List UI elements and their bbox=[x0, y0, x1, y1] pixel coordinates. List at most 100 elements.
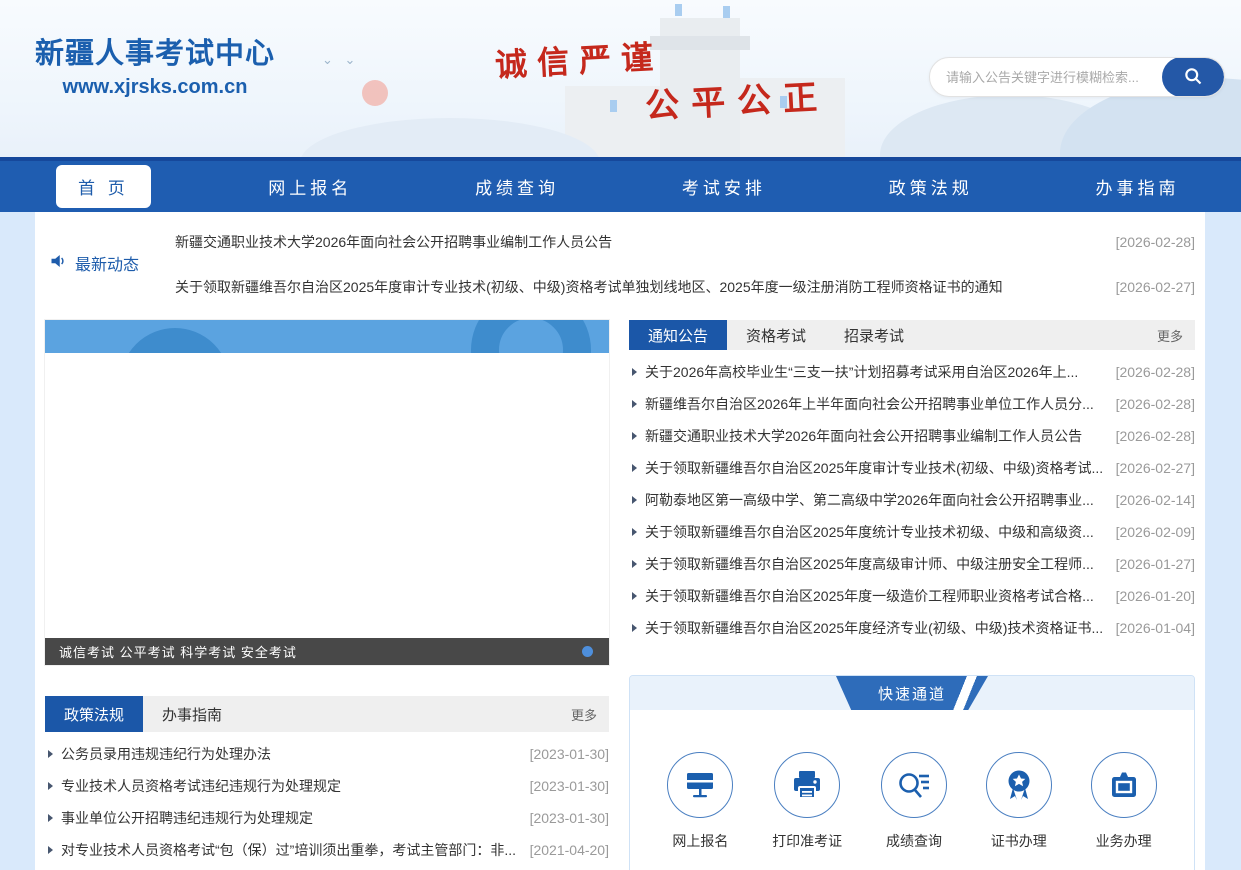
quick-item-score-query[interactable]: 成绩查询 bbox=[881, 752, 947, 851]
score-search-icon bbox=[881, 752, 947, 818]
item-title: 对专业技术人员资格考试“包（保）过”培训须出重拳，考试主管部门：非... bbox=[61, 840, 520, 860]
banner-carousel[interactable]: 诚信考试 公平考试 科学考试 安全考试 bbox=[45, 320, 609, 665]
list-item[interactable]: 关于2026年高校毕业生“三支一扶”计划招募考试采用自治区2026年上... [… bbox=[629, 356, 1195, 388]
bullet-triangle-icon bbox=[48, 814, 53, 822]
list-item[interactable]: 关于领取新疆维吾尔自治区2025年度经济专业(初级、中级)技术资格证书... [… bbox=[629, 612, 1195, 644]
item-date: [2023-01-30] bbox=[530, 746, 609, 762]
site-url: www.xjrsks.com.cn bbox=[35, 76, 275, 99]
latest-news-label: 最新动态 bbox=[75, 251, 139, 275]
banner-circle-decoration bbox=[471, 320, 591, 353]
item-title: 关于领取新疆维吾尔自治区2025年度一级造价工程师职业资格考试合格... bbox=[645, 586, 1106, 606]
page-background: 最新动态 新疆交通职业技术大学2026年面向社会公开招聘事业编制工作人员公告 [… bbox=[0, 212, 1241, 870]
tab-notices[interactable]: 通知公告 bbox=[629, 320, 727, 350]
item-date: [2021-04-20] bbox=[530, 842, 609, 858]
nav-label: 考试安排 bbox=[660, 165, 788, 208]
quick-item-label: 业务办理 bbox=[1096, 831, 1152, 851]
nav-item-score-query[interactable]: 成绩查询 bbox=[414, 165, 621, 208]
nav-item-policies[interactable]: 政策法规 bbox=[827, 165, 1034, 208]
printer-icon bbox=[774, 752, 840, 818]
content-wrapper: 最新动态 新疆交通职业技术大学2026年面向社会公开招聘事业编制工作人员公告 [… bbox=[35, 212, 1205, 870]
bullet-triangle-icon bbox=[632, 400, 637, 408]
notices-more-link[interactable]: 更多 bbox=[1145, 320, 1195, 350]
list-item[interactable]: 图解... bbox=[45, 866, 609, 870]
news-title[interactable]: 新疆交通职业技术大学2026年面向社会公开招聘事业编制工作人员公告 bbox=[175, 232, 1100, 252]
quick-item-online-registration[interactable]: 网上报名 bbox=[667, 752, 733, 851]
policy-panel: 政策法规 办事指南 更多 公务员录用违规违纪行为处理办法 [2023-01-30… bbox=[45, 696, 609, 870]
latest-news-list: 新疆交通职业技术大学2026年面向社会公开招聘事业编制工作人员公告 [2026-… bbox=[175, 228, 1195, 310]
list-item[interactable]: 公务员录用违规违纪行为处理办法 [2023-01-30] bbox=[45, 738, 609, 770]
quick-channel-title: 快速通道 bbox=[836, 676, 988, 710]
news-date: [2026-02-28] bbox=[1100, 234, 1195, 250]
right-column: 通知公告 资格考试 招录考试 更多 关于2026年高校毕业生“三支一扶”计划招募… bbox=[629, 320, 1195, 870]
list-item[interactable]: 关于领取新疆维吾尔自治区2025年度高级审计师、中级注册安全工程师... [20… bbox=[629, 548, 1195, 580]
notice-panel: 通知公告 资格考试 招录考试 更多 关于2026年高校毕业生“三支一扶”计划招募… bbox=[629, 320, 1195, 644]
item-date: [2026-02-14] bbox=[1116, 492, 1195, 508]
latest-news-header: 最新动态 bbox=[45, 228, 175, 298]
quick-item-business-service[interactable]: 业务办理 bbox=[1091, 752, 1157, 851]
list-item[interactable]: 新疆维吾尔自治区2026年上半年面向社会公开招聘事业单位工作人员分... [20… bbox=[629, 388, 1195, 420]
list-item[interactable]: 关于领取新疆维吾尔自治区2025年度一级造价工程师职业资格考试合格... [20… bbox=[629, 580, 1195, 612]
search-bar bbox=[929, 57, 1225, 97]
search-input[interactable] bbox=[930, 58, 1162, 96]
item-title: 事业单位公开招聘违纪违规行为处理规定 bbox=[61, 808, 520, 828]
left-column: 诚信考试 公平考试 科学考试 安全考试 政策法规 办事指南 更多 公务员录用违规… bbox=[45, 320, 609, 870]
news-title[interactable]: 关于领取新疆维吾尔自治区2025年度审计专业技术(初级、中级)资格考试单独划线地… bbox=[175, 277, 1100, 297]
list-item[interactable]: 阿勒泰地区第一高级中学、第二高级中学2026年面向社会公开招聘事业... [20… bbox=[629, 484, 1195, 516]
notice-list: 关于2026年高校毕业生“三支一扶”计划招募考试采用自治区2026年上... [… bbox=[629, 350, 1195, 644]
slogan-line1: 诚信严谨 bbox=[494, 32, 664, 87]
main-navigation: 首 页 网上报名 成绩查询 考试安排 政策法规 办事指南 bbox=[0, 157, 1241, 212]
carousel-caption: 诚信考试 公平考试 科学考试 安全考试 bbox=[45, 638, 609, 665]
item-date: [2026-02-28] bbox=[1116, 428, 1195, 444]
tab-recruitment-exams[interactable]: 招录考试 bbox=[825, 320, 923, 350]
nav-item-online-registration[interactable]: 网上报名 bbox=[207, 165, 414, 208]
speaker-icon bbox=[50, 253, 68, 274]
bullet-triangle-icon bbox=[48, 782, 53, 790]
list-item[interactable]: 关于领取新疆维吾尔自治区2025年度审计专业技术(初级、中级)资格考试... [… bbox=[629, 452, 1195, 484]
bullet-triangle-icon bbox=[632, 496, 637, 504]
item-date: [2026-02-27] bbox=[1116, 460, 1195, 476]
list-item[interactable]: 事业单位公开招聘违纪违规行为处理规定 [2023-01-30] bbox=[45, 802, 609, 834]
item-title: 关于领取新疆维吾尔自治区2025年度高级审计师、中级注册安全工程师... bbox=[645, 554, 1106, 574]
item-title: 新疆维吾尔自治区2026年上半年面向社会公开招聘事业单位工作人员分... bbox=[645, 394, 1106, 414]
search-button[interactable] bbox=[1162, 57, 1224, 97]
nav-item-home[interactable]: 首 页 bbox=[0, 165, 207, 208]
bullet-triangle-icon bbox=[632, 528, 637, 536]
quick-channel-header: 快速通道 bbox=[630, 676, 1194, 710]
monitor-icon bbox=[667, 752, 733, 818]
search-icon bbox=[1183, 66, 1203, 89]
tab-policies[interactable]: 政策法规 bbox=[45, 696, 143, 732]
list-item[interactable]: 对专业技术人员资格考试“包（保）过”培训须出重拳，考试主管部门：非... [20… bbox=[45, 834, 609, 866]
nav-item-exam-schedule[interactable]: 考试安排 bbox=[620, 165, 827, 208]
quick-channel-panel: 快速通道 网上报名 bbox=[629, 675, 1195, 870]
bullet-triangle-icon bbox=[48, 750, 53, 758]
policy-list: 公务员录用违规违纪行为处理办法 [2023-01-30] 专业技术人员资格考试违… bbox=[45, 732, 609, 870]
tab-qualification-exams[interactable]: 资格考试 bbox=[727, 320, 825, 350]
bullet-triangle-icon bbox=[632, 560, 637, 568]
nav-label: 首 页 bbox=[56, 165, 151, 208]
quick-item-certificate-service[interactable]: 证书办理 bbox=[986, 752, 1052, 851]
content-columns: 诚信考试 公平考试 科学考试 安全考试 政策法规 办事指南 更多 公务员录用违规… bbox=[45, 320, 1195, 870]
carousel-indicator-dot[interactable] bbox=[582, 646, 593, 657]
bullet-triangle-icon bbox=[632, 592, 637, 600]
birds-decoration: ⌄ ⌄ bbox=[322, 52, 359, 68]
item-date: [2026-02-28] bbox=[1116, 396, 1195, 412]
list-item[interactable]: 专业技术人员资格考试违纪违规行为处理规定 [2023-01-30] bbox=[45, 770, 609, 802]
bullet-triangle-icon bbox=[48, 846, 53, 854]
item-date: [2026-01-04] bbox=[1116, 620, 1195, 636]
nav-item-service-guide[interactable]: 办事指南 bbox=[1034, 165, 1241, 208]
site-logo[interactable]: 新疆人事考试中心 www.xjrsks.com.cn bbox=[35, 30, 275, 99]
item-title: 关于领取新疆维吾尔自治区2025年度经济专业(初级、中级)技术资格证书... bbox=[645, 618, 1106, 638]
item-title: 关于领取新疆维吾尔自治区2025年度统计专业技术初级、中级和高级资... bbox=[645, 522, 1106, 542]
quick-item-label: 成绩查询 bbox=[886, 831, 942, 851]
policy-tabbar: 政策法规 办事指南 更多 bbox=[45, 696, 609, 732]
banner-image bbox=[45, 320, 609, 353]
policies-more-link[interactable]: 更多 bbox=[559, 696, 609, 732]
list-item[interactable]: 新疆交通职业技术大学2026年面向社会公开招聘事业编制工作人员公告 [2026-… bbox=[629, 420, 1195, 452]
item-date: [2026-02-28] bbox=[1116, 364, 1195, 380]
quick-item-print-admission-ticket[interactable]: 打印准考证 bbox=[772, 752, 842, 851]
tab-service-guide[interactable]: 办事指南 bbox=[143, 696, 241, 732]
item-title: 公务员录用违规违纪行为处理办法 bbox=[61, 744, 520, 764]
site-title: 新疆人事考试中心 bbox=[35, 30, 275, 72]
building-roof bbox=[650, 36, 750, 50]
list-item[interactable]: 关于领取新疆维吾尔自治区2025年度统计专业技术初级、中级和高级资... [20… bbox=[629, 516, 1195, 548]
